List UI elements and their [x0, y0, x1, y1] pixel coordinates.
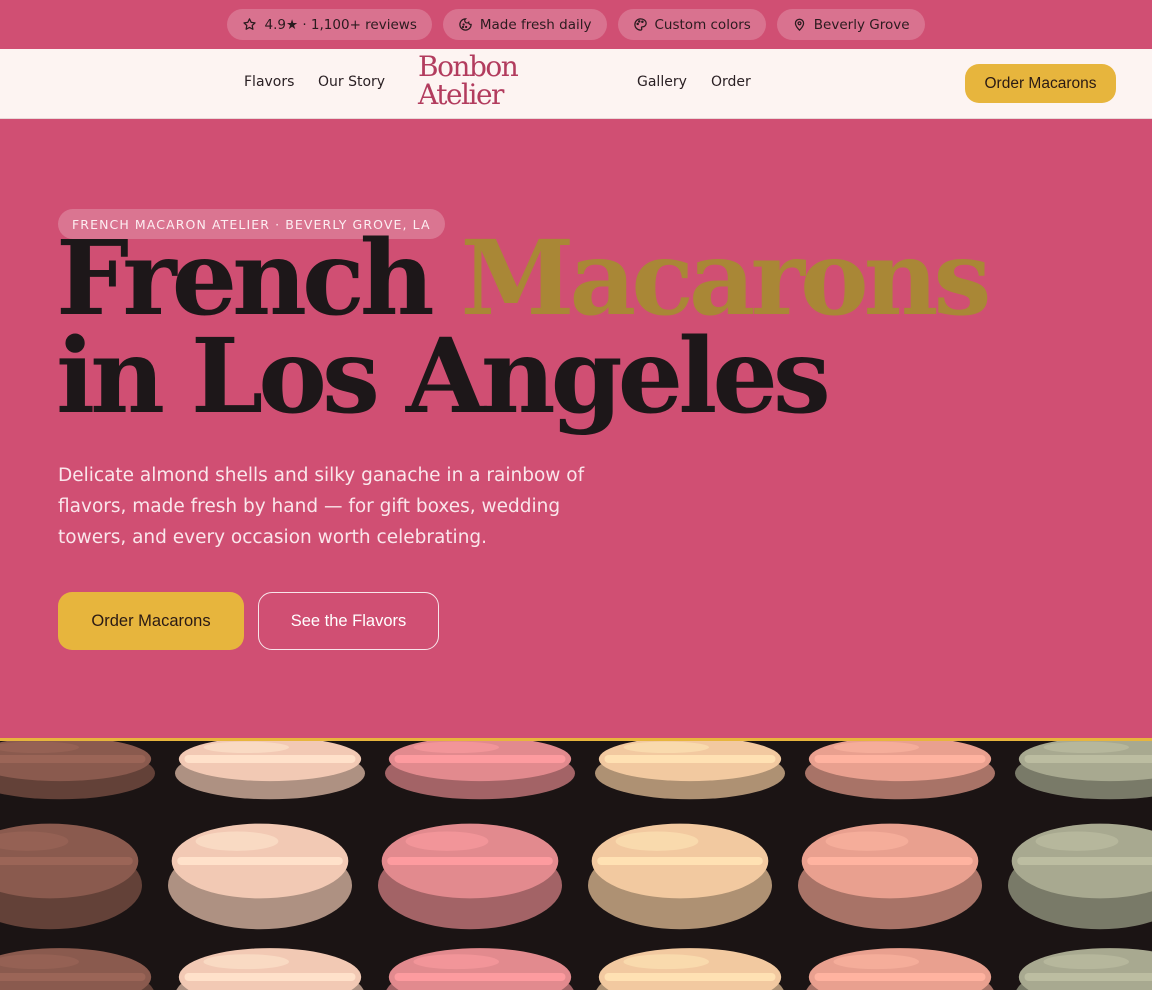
macaron	[596, 948, 784, 990]
macaron	[378, 823, 562, 930]
order-macarons-button[interactable]: Order Macarons	[58, 592, 244, 650]
nav-link-order[interactable]: Order	[711, 74, 751, 90]
rating-badge: 4.9★ · 1,100+ reviews	[227, 9, 432, 40]
macaron	[1008, 823, 1152, 930]
map-pin-icon	[794, 18, 804, 31]
main-nav: Flavors Our Story Bonbon Atelier Gallery…	[0, 49, 1152, 119]
macaron	[0, 948, 154, 990]
macaron	[175, 741, 365, 800]
nav-link-flavors[interactable]: Flavors	[244, 74, 294, 90]
palette-icon	[633, 18, 647, 31]
badge-label: 4.9★ · 1,100+ reviews	[264, 16, 417, 33]
macaron	[588, 823, 772, 930]
see-flavors-button[interactable]: See the Flavors	[258, 592, 439, 650]
hero-description: Delicate almond shells and silky ganache…	[58, 465, 585, 548]
macaron	[0, 823, 142, 930]
cookie-icon	[459, 18, 472, 31]
nav-order-button[interactable]: Order Macarons	[965, 64, 1116, 103]
fresh-badge: Made fresh daily	[442, 9, 607, 40]
hero-section: FRENCH MACARON ATELIER · BEVERLY GROVE, …	[0, 120, 1152, 738]
custom-colors-badge: Custom colors	[617, 9, 766, 40]
location-badge: Beverly Grove	[776, 9, 925, 40]
badge-label: Beverly Grove	[813, 16, 910, 33]
logo-line-1: Bonbon	[418, 50, 519, 83]
macaron	[798, 823, 982, 930]
announcement-bar: 4.9★ · 1,100+ reviews Made fresh daily C…	[0, 0, 1152, 49]
badge-label: Custom colors	[654, 16, 751, 33]
macaron	[168, 823, 352, 930]
brand-logo[interactable]: Bonbon Atelier	[418, 50, 519, 111]
macaron	[176, 948, 364, 990]
nav-link-gallery[interactable]: Gallery	[637, 74, 687, 90]
macaron-illustration	[0, 741, 1152, 990]
macaron	[805, 741, 995, 800]
macaron	[0, 741, 155, 800]
hero-headline: French Macarons in Los Angeles	[56, 227, 1116, 428]
macaron	[385, 741, 575, 800]
macaron	[1015, 741, 1152, 800]
badge-label: Made fresh daily	[479, 16, 592, 33]
headline-part-2: in Los Angeles	[56, 316, 831, 437]
nav-link-our-story[interactable]: Our Story	[318, 74, 385, 90]
macaron	[595, 741, 785, 800]
macaron-photo	[0, 738, 1152, 990]
macaron	[806, 948, 994, 990]
macaron	[1016, 948, 1152, 990]
star-icon	[243, 18, 257, 30]
macaron	[386, 948, 574, 990]
logo-line-2: Atelier	[418, 78, 504, 111]
